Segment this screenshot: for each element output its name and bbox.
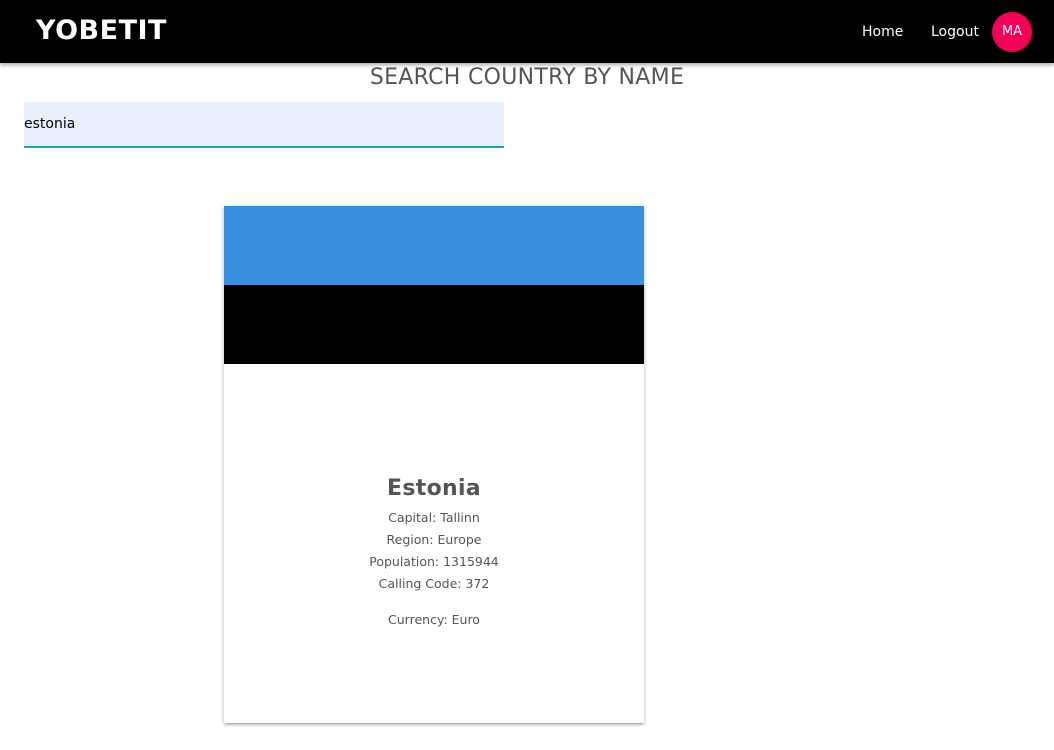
search-field[interactable] — [24, 102, 504, 148]
country-capital: Capital: Tallinn — [388, 510, 480, 525]
flag-stripe-black — [224, 285, 644, 364]
country-population: Population: 1315944 — [369, 554, 499, 569]
top-app-bar: YOBETIT Home Logout MA — [0, 0, 1054, 63]
brand-logo[interactable]: YOBETIT — [36, 13, 167, 49]
estonia-flag-image — [224, 206, 644, 364]
country-card[interactable]: Estonia Capital: Tallinn Region: Europe … — [224, 206, 644, 723]
search-input[interactable] — [24, 102, 504, 146]
country-calling-code: Calling Code: 372 — [378, 576, 490, 591]
nav-home-link[interactable]: Home — [862, 20, 903, 44]
nav-logout-link[interactable]: Logout — [931, 20, 979, 44]
user-avatar[interactable]: MA — [992, 12, 1032, 52]
country-name: Estonia — [387, 476, 481, 501]
country-currency: Currency: Euro — [388, 612, 480, 627]
flag-stripe-blue — [224, 206, 644, 285]
country-region: Region: Europe — [386, 532, 482, 547]
page-title: SEARCH COUNTRY BY NAME — [369, 65, 685, 90]
